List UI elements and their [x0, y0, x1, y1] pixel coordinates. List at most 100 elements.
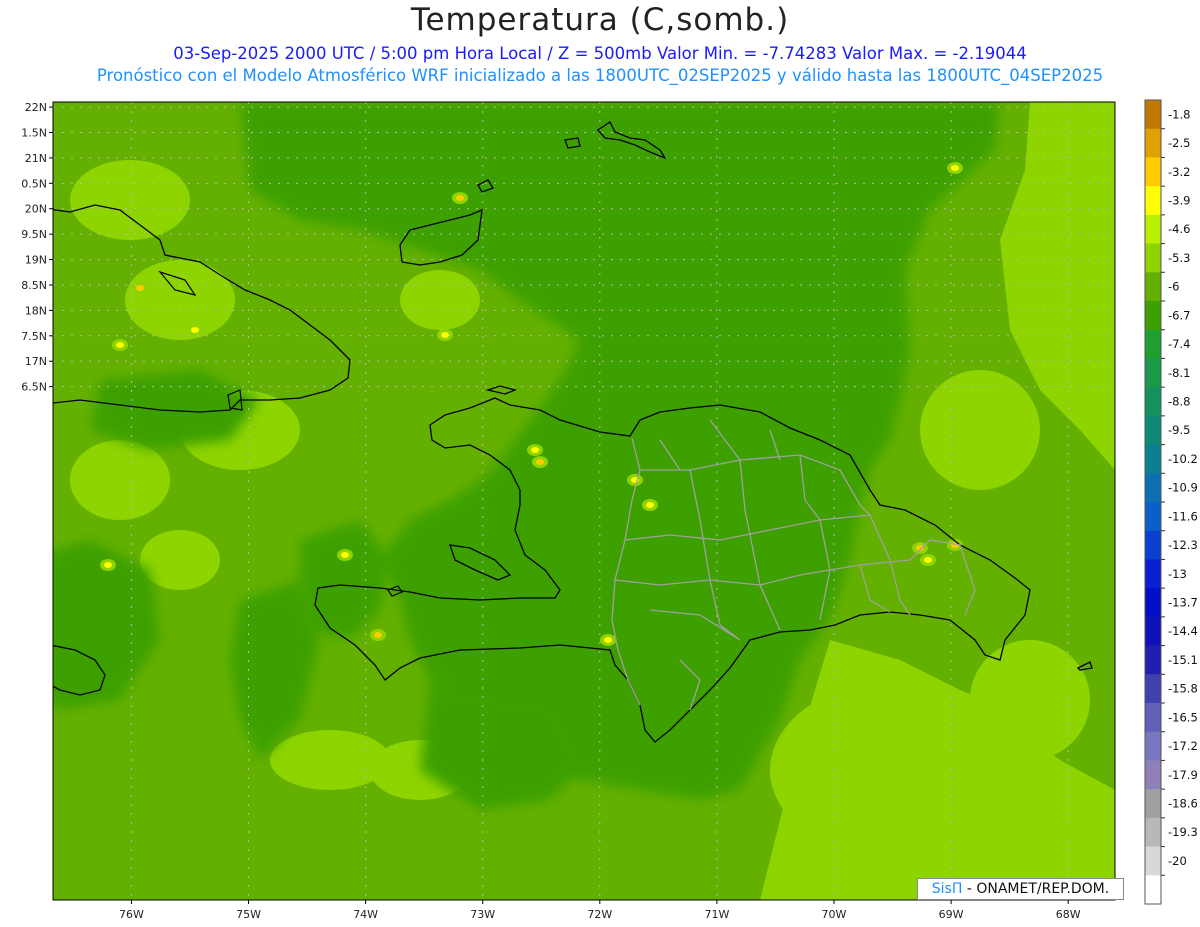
- colorbar-swatch: [1145, 157, 1161, 187]
- lat-tick-label: 17N: [25, 355, 47, 368]
- warm-spot-core: [951, 165, 959, 171]
- colorbar-swatch: [1145, 502, 1161, 532]
- colorbar-swatch: [1145, 186, 1161, 216]
- colorbar-swatch: [1145, 415, 1161, 446]
- colorbar-label: -7.4: [1168, 337, 1190, 351]
- colorbar-label: -14.4: [1168, 624, 1198, 638]
- colorbar-swatch: [1145, 559, 1161, 589]
- colorbar-label: -16.5: [1168, 710, 1198, 724]
- colorbar-swatch: [1145, 243, 1161, 273]
- colorbar-label: -4.6: [1168, 222, 1190, 236]
- colorbar-swatch: [1145, 789, 1161, 819]
- weather-map: 76W 75W 74W 73W 72W 71W 70W 69W 68W 22N 1.5N 21N 0.5…: [21, 99, 1198, 921]
- light-patch: [125, 260, 235, 340]
- credit-text: - ONAMET/REP.DOM.: [962, 881, 1110, 897]
- lon-tick-label: 70W: [822, 908, 847, 921]
- lat-tick-label: 6.5N: [21, 381, 47, 394]
- lat-tick-label: 9.5N: [21, 228, 47, 241]
- credit-box: SisΠ - ONAMET/REP.DOM.: [917, 878, 1124, 900]
- colorbar-label: -2.5: [1168, 136, 1190, 150]
- light-patch: [70, 440, 170, 520]
- warm-spot-core: [456, 195, 464, 201]
- colorbar-swatch: [1145, 387, 1161, 417]
- colorbar-label: -5.3: [1168, 251, 1190, 265]
- lat-tick-label: 0.5N: [21, 177, 47, 190]
- colorbar-label: -9.5: [1168, 423, 1190, 437]
- colorbar-swatch: [1145, 645, 1161, 675]
- colorbar-swatch: [1145, 817, 1161, 848]
- warm-spot-core: [341, 552, 349, 558]
- colorbar-label: -20: [1168, 854, 1187, 868]
- lon-tick-label: 73W: [470, 908, 495, 921]
- colorbar-swatch: [1145, 128, 1161, 158]
- colorbar-swatch: [1145, 444, 1161, 474]
- colorbar-swatch: [1145, 674, 1161, 704]
- colorbar-swatch: [1145, 100, 1161, 130]
- colorbar-label: -10.2: [1168, 452, 1198, 466]
- lat-tick-label: 8.5N: [21, 279, 47, 292]
- colorbar-swatch: [1145, 703, 1161, 733]
- colorbar-label: -15.8: [1168, 682, 1198, 696]
- colorbar-label: -17.2: [1168, 739, 1198, 753]
- colorbar-label: -6: [1168, 280, 1179, 294]
- colorbar-label: -11.6: [1168, 509, 1198, 523]
- warm-spot-core: [531, 447, 539, 453]
- lon-tick-label: 72W: [587, 908, 612, 921]
- lat-tick-label: 1.5N: [21, 126, 47, 139]
- colorbar-swatch: [1145, 731, 1161, 761]
- colorbar-label: -1.8: [1168, 107, 1190, 121]
- warm-spot-core: [604, 637, 612, 643]
- warm-spot-core: [374, 632, 382, 638]
- colorbar-swatch: [1145, 846, 1161, 876]
- lon-tick-label: 69W: [939, 908, 964, 921]
- sispi-logo: SisΠ: [931, 881, 963, 897]
- colorbar-swatch: [1145, 272, 1161, 302]
- light-patch: [270, 730, 390, 790]
- warm-spot-core: [646, 502, 654, 508]
- warm-spot-core: [104, 562, 112, 568]
- lat-tick-label: 21N: [25, 152, 47, 165]
- light-patch: [140, 530, 220, 590]
- light-patch: [400, 270, 480, 330]
- colorbar-swatch: [1145, 875, 1161, 905]
- colorbar-label: -18.6: [1168, 797, 1198, 811]
- colorbar-swatch: [1145, 301, 1161, 331]
- colorbar-label: -8.1: [1168, 366, 1190, 380]
- colorbar-label: -13.7: [1168, 596, 1198, 610]
- warm-spot-core: [136, 285, 144, 291]
- colorbar-swatch: [1145, 358, 1161, 388]
- colorbar-label: -3.9: [1168, 194, 1190, 208]
- light-patch: [70, 160, 190, 240]
- colorbar-swatch: [1145, 214, 1161, 245]
- colorbar-label: -10.9: [1168, 481, 1198, 495]
- warm-spot-core: [116, 342, 124, 348]
- colorbar-swatch: [1145, 329, 1161, 359]
- colorbar: -1.8 -2.5 -3.2 -3.9 -4.6 -5.3 -6 -6.7 -7.4 -8.1 -8…: [1144, 99, 1198, 905]
- colorbar-label: -8.8: [1168, 395, 1190, 409]
- colorbar-label: -6.7: [1168, 308, 1190, 322]
- lat-tick-label: 22N: [25, 101, 47, 114]
- lat-tick-label: 20N: [25, 203, 47, 216]
- colorbar-swatch: [1145, 760, 1161, 790]
- colorbar-swatch: [1145, 530, 1161, 560]
- warm-spot-core: [191, 327, 199, 333]
- lat-tick-label: 7.5N: [21, 330, 47, 343]
- warm-spot-core: [441, 332, 449, 338]
- warm-spot-core: [924, 557, 932, 563]
- lon-tick-label: 75W: [236, 908, 261, 921]
- colorbar-label: -12.3: [1168, 538, 1198, 552]
- temperature-field: [53, 102, 1115, 900]
- lat-tick-label: 18N: [25, 304, 47, 317]
- lon-tick-label: 74W: [353, 908, 378, 921]
- colorbar-label: -3.2: [1168, 165, 1190, 179]
- colorbar-label: -15.1: [1168, 653, 1198, 667]
- colorbar-label: -13: [1168, 567, 1187, 581]
- warm-spot-core: [536, 459, 544, 465]
- lon-tick-label: 76W: [119, 908, 144, 921]
- colorbar-swatch: [1145, 616, 1161, 647]
- colorbar-label: -19.3: [1168, 825, 1198, 839]
- light-patch: [1045, 220, 1115, 340]
- colorbar-label: -17.9: [1168, 768, 1198, 782]
- colorbar-swatch: [1145, 473, 1161, 503]
- lat-tick-label: 19N: [25, 254, 47, 267]
